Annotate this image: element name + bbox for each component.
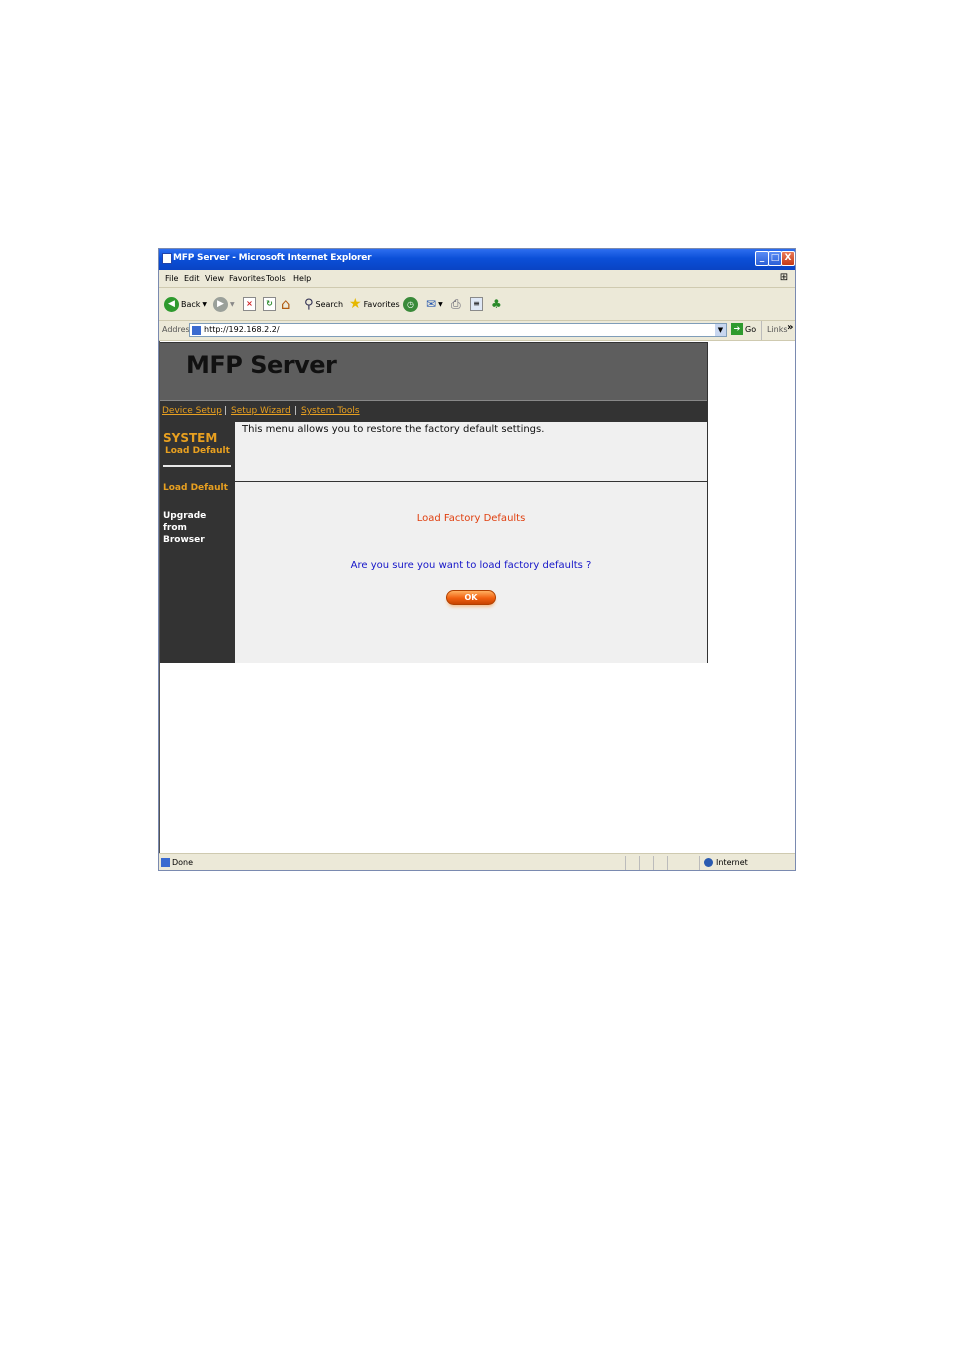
search-button[interactable]: ⚲ Search	[304, 296, 343, 312]
menu-file[interactable]: File	[165, 274, 178, 283]
page-viewport: MFP Server Device Setup | Setup Wizard |…	[159, 341, 795, 853]
ie-page-icon	[192, 326, 201, 335]
go-arrow-icon: ➔	[731, 323, 743, 335]
status-divider	[699, 856, 700, 870]
sidebar-item-load-default[interactable]: Load Default	[163, 483, 228, 493]
history-icon: ◷	[403, 296, 418, 312]
stop-button[interactable]: ×	[243, 296, 256, 312]
print-button[interactable]: ⎙	[451, 296, 461, 312]
nav-separator: |	[224, 406, 228, 416]
page-header: MFP Server	[160, 343, 707, 401]
refresh-icon: ↻	[263, 297, 276, 311]
back-arrow-icon: ◀	[164, 296, 179, 312]
menu-favorites[interactable]: Favorites	[229, 274, 265, 283]
ie-page-icon	[162, 253, 172, 264]
viewport-left-edge	[159, 341, 160, 853]
search-icon: ⚲	[304, 296, 314, 312]
messenger-icon: ♣	[491, 297, 502, 311]
back-button[interactable]: ◀ Back ▼	[164, 296, 207, 312]
address-input[interactable]: http://192.168.2.2/ ▼	[189, 323, 727, 337]
sidebar: SYSTEM Load Default Load Default Upgrade…	[160, 422, 235, 663]
favorites-button[interactable]: ★ Favorites	[349, 296, 400, 312]
status-divider	[625, 856, 626, 870]
address-bar: Address http://192.168.2.2/ ▼ ➔ Go Links…	[159, 321, 795, 341]
favorites-label: Favorites	[363, 299, 400, 309]
forward-button[interactable]: ▶ ▼	[213, 296, 235, 312]
address-divider	[761, 321, 762, 340]
menu-bar: File Edit View Favorites Tools Help ⊞	[159, 270, 795, 288]
nav-setup-wizard[interactable]: Setup Wizard	[231, 406, 291, 416]
status-text: Done	[172, 858, 194, 867]
nav-separator: |	[294, 406, 298, 416]
status-divider	[653, 856, 654, 870]
back-label: Back	[181, 299, 201, 309]
info-box: This menu allows you to restore the fact…	[235, 422, 707, 482]
menu-edit[interactable]: Edit	[184, 274, 200, 283]
title-bar[interactable]: MFP Server - Microsoft Internet Explorer…	[159, 249, 795, 270]
menu-help[interactable]: Help	[293, 274, 311, 283]
toolbar: ◀ Back ▼ ▶ ▼ × ↻ ⌂ ⚲ Search ★ Favorites …	[159, 288, 795, 321]
history-button[interactable]: ◷	[403, 296, 418, 312]
form-heading: Load Factory Defaults	[416, 513, 526, 524]
ie-page-icon	[161, 858, 170, 867]
links-more-icon[interactable]: »	[787, 322, 793, 333]
windows-logo-icon: ⊞	[779, 272, 789, 283]
ok-button[interactable]: OK	[446, 590, 496, 605]
mail-button[interactable]: ✉ ▼	[426, 296, 443, 312]
sidebar-section-sub: Load Default	[165, 446, 230, 456]
forward-dropdown-icon[interactable]: ▼	[230, 301, 235, 308]
printer-icon: ⎙	[451, 296, 461, 311]
back-dropdown-icon[interactable]: ▼	[202, 301, 207, 308]
security-zone: Internet	[716, 858, 748, 867]
menu-view[interactable]: View	[205, 274, 224, 283]
star-icon: ★	[349, 296, 362, 312]
forward-arrow-icon: ▶	[213, 296, 228, 312]
window-title: MFP Server - Microsoft Internet Explorer	[173, 253, 372, 263]
sidebar-section-title: SYSTEM	[163, 431, 218, 445]
nav-system-tools[interactable]: System Tools	[301, 406, 360, 416]
page-title: MFP Server	[186, 351, 337, 379]
home-button[interactable]: ⌂	[281, 295, 291, 313]
status-divider	[667, 856, 668, 870]
close-button[interactable]: X	[781, 251, 795, 266]
info-text: This menu allows you to restore the fact…	[242, 424, 545, 435]
refresh-button[interactable]: ↻	[263, 296, 276, 312]
go-button[interactable]: ➔ Go	[731, 323, 756, 335]
mfp-page: MFP Server Device Setup | Setup Wizard |…	[159, 342, 708, 663]
internet-globe-icon	[704, 858, 713, 867]
main-panel: This menu allows you to restore the fact…	[235, 422, 707, 663]
home-icon: ⌂	[281, 295, 291, 313]
address-dropdown-icon[interactable]: ▼	[715, 324, 726, 336]
go-label: Go	[745, 324, 757, 334]
address-url: http://192.168.2.2/	[204, 325, 280, 334]
search-label: Search	[315, 299, 344, 309]
minimize-button[interactable]: _	[755, 251, 769, 266]
maximize-button[interactable]: □	[768, 251, 782, 266]
confirm-question: Are you sure you want to load factory de…	[350, 560, 592, 571]
edit-button[interactable]: ≡	[470, 296, 483, 312]
edit-page-icon: ≡	[470, 297, 483, 311]
menu-tools[interactable]: Tools	[266, 274, 286, 283]
sidebar-item-upgrade-from-browser[interactable]: Upgrade from Browser	[163, 510, 227, 546]
stop-icon: ×	[243, 297, 256, 311]
top-nav: Device Setup | Setup Wizard | System Too…	[160, 401, 707, 422]
status-divider	[639, 856, 640, 870]
sidebar-divider	[163, 465, 231, 467]
browser-window: MFP Server - Microsoft Internet Explorer…	[158, 248, 796, 871]
status-bar: Done Internet	[159, 853, 795, 870]
mail-icon: ✉	[426, 297, 437, 311]
nav-device-setup[interactable]: Device Setup	[162, 406, 222, 416]
messenger-button[interactable]: ♣	[491, 296, 502, 312]
mail-dropdown-icon[interactable]: ▼	[438, 301, 443, 308]
links-button[interactable]: Links	[767, 325, 788, 334]
